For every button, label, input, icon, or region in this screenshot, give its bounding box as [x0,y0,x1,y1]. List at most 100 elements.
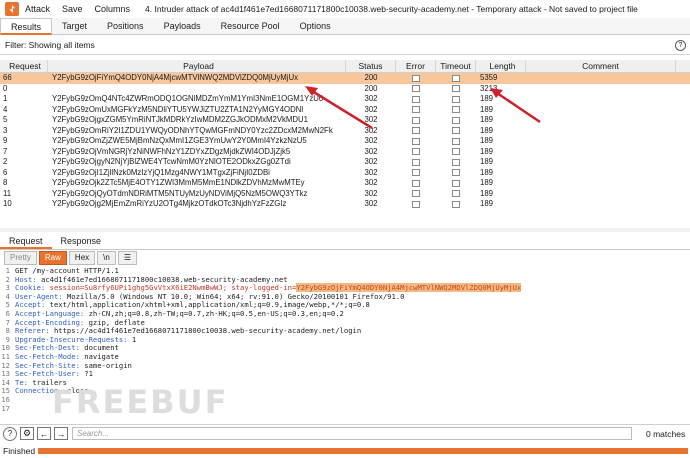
menu-icon[interactable]: ☰ [117,251,137,265]
title-bar: Attack Save Columns 4. Intruder attack o… [0,0,690,18]
cell-status: 200 [364,73,378,82]
error-checkbox [412,85,420,93]
error-checkbox [412,116,420,124]
table-row[interactable]: 6 Y2FybG9zOjI1ZjllNzk0MzIzYjQ1Mzg4NWY1MTg… [0,168,690,179]
cell-status: 302 [364,136,378,145]
table-row[interactable]: 5 Y2FybG9zOjgxZGM5YmRiNTJkMDRkYzIwMDM2ZGJ… [0,115,690,126]
window-title: 4. Intruder attack of ac4d1f461e7ed16680… [145,4,638,14]
table-row[interactable]: 1 Y2FybG9zOmQ4NTc4ZWRmODQ1OGNlMDZmYmM1YmI… [0,94,690,105]
cell-length: 189 [480,146,494,156]
table-row[interactable]: 7 Y2FybG9zOjVmNGRjYzNiNWFhNzY1ZDYxZDgzMjd… [0,147,690,158]
cell-request: 2 [3,157,8,166]
cell-comment [526,126,676,137]
table-row[interactable]: 2 Y2FybG9zOjgyN2NjYjBlZWE4YTcwNmM0YzNlOTE… [0,157,690,168]
cell-error [396,84,436,95]
cell-length: 189 [480,178,494,187]
cell-error [396,199,436,210]
menu-columns[interactable]: Columns [95,4,131,14]
cell-request: 66 [3,73,12,82]
cell-status: 302 [364,167,378,177]
filter-bar[interactable]: Filter: Showing all items ? [0,36,690,55]
table-row[interactable]: 11 Y2FybG9zOjQyOTdmNDRiMTM5NTUyMzUyNDViMj… [0,189,690,200]
cell-error [396,147,436,158]
cell-timeout [436,94,476,105]
table-row[interactable]: 0 200 3213 [0,84,690,95]
cell-request: 6 [3,167,8,177]
cell-payload: Y2FybG9zOjgxZGM5YmRiNTJkMDRkYzIwMDM2ZGJk… [52,115,309,124]
search-input[interactable]: Search... [72,427,632,440]
tab-resource-pool[interactable]: Resource Pool [211,18,290,35]
cell-error [396,105,436,116]
pretty-button[interactable]: Pretty [4,251,37,265]
col-comment[interactable]: Comment [526,60,676,72]
tab-results[interactable]: Results [0,18,53,35]
progress-bar [38,448,688,454]
watermark: FREEBUF [52,383,229,421]
cell-timeout [436,73,476,84]
table-row[interactable]: 9 Y2FybG9zOmZjZWE5MjBmNzQxMmI1ZGE3YmUwY2Y… [0,136,690,147]
cell-status: 302 [364,146,378,156]
table-header: Request Payload Status Error Timeout Len… [0,60,690,73]
cell-status: 200 [364,83,378,93]
help-icon[interactable]: ? [3,426,17,441]
tab-response[interactable]: Response [52,234,111,249]
table-row[interactable]: 66 Y2FybG9zOjFiYmQ4ODY0NjA4MjcwMTVlNWQ2MD… [0,73,690,84]
table-row[interactable]: 8 Y2FybG9zOjk2ZTc5MjE4OTY1ZWI3MmM5MmE1NDl… [0,178,690,189]
col-error[interactable]: Error [396,60,436,72]
request-response-tabs: Request Response [0,234,690,250]
error-checkbox [412,190,420,198]
cell-payload: Y2FybG9zOmUxMGFkYzM5NDliYTU5YWJiZTU2ZTA1… [52,104,304,114]
timeout-checkbox [452,158,460,166]
cell-timeout [436,199,476,210]
cell-comment [526,147,676,158]
cell-status: 302 [364,125,378,135]
search-bar: ? ⚙ ← → Search... 0 matches [0,424,690,442]
error-checkbox [412,95,420,103]
tab-request[interactable]: Request [0,234,52,249]
cell-comment [526,157,676,168]
col-status[interactable]: Status [346,60,396,72]
tab-options[interactable]: Options [290,18,341,35]
raw-button[interactable]: Raw [38,251,67,265]
hex-button[interactable]: Hex [68,251,96,265]
col-length[interactable]: Length [476,60,526,72]
help-icon[interactable]: ? [675,40,686,51]
cell-request: 0 [3,83,8,93]
forward-arrow-icon[interactable]: → [54,427,68,440]
tab-target[interactable]: Target [52,18,97,35]
results-table: Request Payload Status Error Timeout Len… [0,60,690,232]
cell-payload: Y2FybG9zOmZjZWE5MjBmNzQxMmI1ZGE3YmUwY2Y0… [52,136,307,145]
back-arrow-icon[interactable]: ← [37,427,51,440]
cell-length: 189 [480,199,494,208]
settings-gear-icon[interactable]: ⚙ [20,427,34,440]
cell-request: 11 [3,188,12,198]
cell-error [396,168,436,179]
timeout-checkbox [452,116,460,124]
cell-comment [526,189,676,200]
editor-line: 12 Sec-Fetch-Site: same-origin [0,361,690,371]
menu-attack[interactable]: Attack [25,4,50,14]
cell-error [396,178,436,189]
timeout-checkbox [452,95,460,103]
error-checkbox [412,158,420,166]
timeout-checkbox [452,148,460,156]
header-value: ?1 [79,369,93,379]
horizontal-scrollbar[interactable] [0,228,690,232]
col-payload[interactable]: Payload [48,60,346,72]
timeout-checkbox [452,106,460,114]
menu-save[interactable]: Save [62,4,83,14]
timeout-checkbox [452,200,460,208]
cell-error [396,189,436,200]
tab-positions[interactable]: Positions [97,18,154,35]
cell-timeout [436,168,476,179]
table-row[interactable]: 3 Y2FybG9zOmRiY2I1ZDU1YWQyODNhYTQwMGFmNDY… [0,126,690,137]
newline-toggle-button[interactable]: \n [97,251,116,265]
cell-payload: Y2FybG9zOjg2MjEmZmRiYzU2OTg4MjkzOTdkOTc3… [52,199,287,208]
tab-payloads[interactable]: Payloads [154,18,211,35]
col-timeout[interactable]: Timeout [436,60,476,72]
col-request[interactable]: Request [0,60,48,72]
error-checkbox [412,137,420,145]
table-row[interactable]: 10 Y2FybG9zOjg2MjEmZmRiYzU2OTg4MjkzOTdkOT… [0,199,690,210]
cell-comment [526,105,676,116]
table-row[interactable]: 4 Y2FybG9zOmUxMGFkYzM5NDliYTU5YWJiZTU2ZTA… [0,105,690,116]
